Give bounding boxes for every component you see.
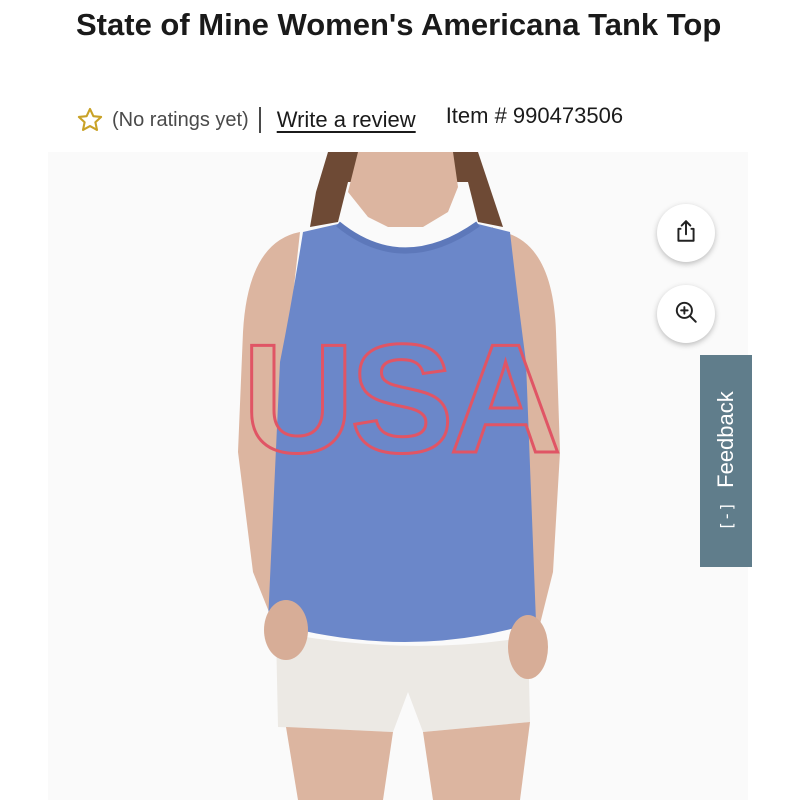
share-button[interactable] bbox=[657, 204, 715, 262]
product-image[interactable]: USA bbox=[48, 152, 748, 800]
zoom-in-icon bbox=[673, 299, 699, 330]
model-illustration: USA bbox=[238, 152, 563, 800]
feedback-tab[interactable]: [-] Feedback bbox=[700, 355, 752, 567]
feedback-icon: [-] bbox=[716, 501, 736, 531]
share-icon bbox=[673, 218, 699, 249]
divider bbox=[258, 107, 261, 133]
product-title: State of Mine Women's Americana Tank Top bbox=[76, 7, 722, 42]
zoom-button[interactable] bbox=[657, 285, 715, 343]
ratings-text: (No ratings yet) bbox=[112, 108, 249, 131]
star-icon bbox=[76, 106, 104, 134]
feedback-label: Feedback bbox=[713, 391, 738, 488]
item-number: Item # 990473506 bbox=[445, 103, 624, 128]
shirt-print-text: USA bbox=[242, 312, 557, 485]
feedback-content: [-] Feedback bbox=[713, 391, 739, 531]
write-review-link[interactable]: Write a review bbox=[277, 107, 416, 133]
product-meta-row: (No ratings yet) Write a review Item # 9… bbox=[76, 100, 776, 140]
